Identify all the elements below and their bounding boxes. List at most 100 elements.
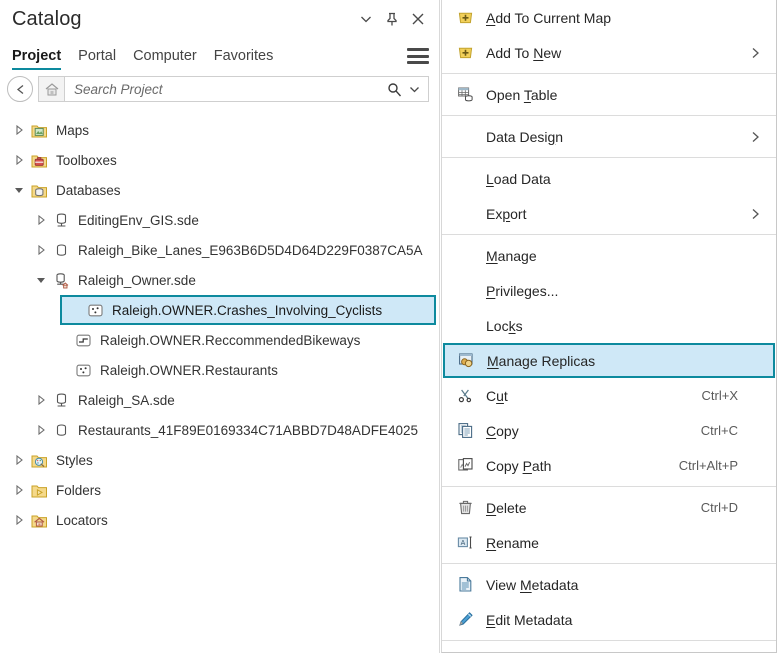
tree-item-label: Raleigh.OWNER.ReccommendedBikeways [100, 333, 360, 348]
tree-item[interactable]: Raleigh.OWNER.ReccommendedBikeways [0, 325, 438, 355]
folder-styles-icon [28, 452, 50, 469]
menu-separator [442, 157, 776, 158]
menu-item-label: Copy [486, 423, 701, 439]
catalog-header: Catalog [0, 0, 439, 38]
twisty-collapsed-icon[interactable] [32, 395, 50, 405]
menu-item-label: Data Design [486, 129, 776, 145]
menu-item-label: View Metadata [486, 577, 776, 593]
pin-icon[interactable] [379, 6, 405, 32]
tree-item-label: Styles [56, 453, 93, 468]
point-feature-class-icon [72, 362, 94, 379]
menu-item-data-design[interactable]: Data Design [442, 119, 776, 154]
magnifier-icon[interactable] [384, 82, 404, 97]
twisty-collapsed-icon[interactable] [10, 155, 28, 165]
menu-item-rename[interactable]: ARename [442, 525, 776, 560]
tree-item[interactable]: Raleigh_Owner.sde [0, 265, 438, 295]
svg-text:A: A [460, 540, 465, 547]
home-icon[interactable] [38, 76, 64, 102]
menu-item-label: Add To Current Map [486, 10, 776, 26]
menu-item-label: Delete [486, 500, 701, 516]
menu-item-add-to-current-map[interactable]: Add To Current Map [442, 0, 776, 35]
menu-item-cut[interactable]: CutCtrl+X [442, 378, 776, 413]
copy-path-icon [452, 457, 478, 474]
tree-item-selected[interactable]: Raleigh.OWNER.Crashes_Involving_Cyclists [60, 295, 436, 325]
search-input[interactable] [72, 81, 384, 98]
back-arrow-icon[interactable] [7, 76, 33, 102]
menu-item-label: Manage Replicas [487, 353, 773, 369]
tree-item[interactable]: EditingEnv_GIS.sde [0, 205, 438, 235]
tree-item[interactable]: Styles [0, 445, 438, 475]
tree-item-label: Folders [56, 483, 101, 498]
close-icon[interactable] [405, 6, 431, 32]
menu-separator [442, 640, 776, 641]
menu-item-properties[interactable]: Properties [442, 644, 776, 653]
document-icon [452, 576, 478, 593]
tree-item-label: Raleigh_SA.sde [78, 393, 175, 408]
tree-item[interactable]: Folders [0, 475, 438, 505]
add-to-map-icon [452, 44, 478, 61]
submenu-chevron-icon [751, 131, 760, 143]
menu-item-manage[interactable]: Manage [442, 238, 776, 273]
chevron-down-icon[interactable] [353, 6, 379, 32]
tab-project[interactable]: Project [12, 49, 61, 71]
tree-item[interactable]: Maps [0, 115, 438, 145]
twisty-collapsed-icon[interactable] [10, 515, 28, 525]
tree-item[interactable]: Raleigh_SA.sde [0, 385, 438, 415]
search-box[interactable] [64, 76, 429, 102]
geodatabase-icon [50, 422, 72, 439]
tree-item[interactable]: Restaurants_41F89E0169334C71ABBD7D48ADFE… [0, 415, 438, 445]
tree-item[interactable]: Raleigh_Bike_Lanes_E963B6D5D4D64D229F038… [0, 235, 438, 265]
geodatabase-icon [50, 242, 72, 259]
menu-item-open-table[interactable]: Open Table [442, 77, 776, 112]
menu-separator [442, 115, 776, 116]
twisty-expanded-icon[interactable] [10, 186, 28, 195]
tree-item[interactable]: Locators [0, 505, 438, 535]
menu-item-add-to-new[interactable]: Add To New [442, 35, 776, 70]
menu-item-load-data[interactable]: Load Data [442, 161, 776, 196]
open-table-icon [452, 86, 478, 103]
twisty-collapsed-icon[interactable] [10, 455, 28, 465]
point-feature-class-icon [84, 302, 106, 319]
twisty-collapsed-icon[interactable] [32, 425, 50, 435]
tree-item[interactable]: Databases [0, 175, 438, 205]
menu-item-delete[interactable]: DeleteCtrl+D [442, 490, 776, 525]
menu-item-privileges[interactable]: Privileges... [442, 273, 776, 308]
menu-item-shortcut: Ctrl+X [702, 388, 776, 403]
menu-item-label: Copy Path [486, 458, 679, 474]
menu-item-view-metadata[interactable]: View Metadata [442, 567, 776, 602]
twisty-expanded-icon[interactable] [32, 276, 50, 285]
tab-portal[interactable]: Portal [78, 49, 116, 71]
enterprise-geodatabase-home-icon [50, 272, 72, 289]
catalog-tree: MapsToolboxesDatabases EditingEnv_GIS.sde… [0, 110, 438, 653]
tree-item[interactable]: Raleigh.OWNER.Restaurants [0, 355, 438, 385]
tab-computer[interactable]: Computer [133, 49, 197, 71]
menu-item-copy[interactable]: CopyCtrl+C [442, 413, 776, 448]
scissors-icon [452, 387, 478, 404]
enterprise-geodatabase-icon [50, 212, 72, 229]
tree-item-label: EditingEnv_GIS.sde [78, 213, 199, 228]
twisty-collapsed-icon[interactable] [10, 125, 28, 135]
menu-item-copy-path[interactable]: Copy PathCtrl+Alt+P [442, 448, 776, 483]
hamburger-menu-icon[interactable] [407, 48, 429, 64]
menu-item-locks[interactable]: Locks [442, 308, 776, 343]
rename-icon: A [452, 534, 478, 551]
tree-item-label: Raleigh_Owner.sde [78, 273, 196, 288]
menu-item-edit-metadata[interactable]: Edit Metadata [442, 602, 776, 637]
twisty-collapsed-icon[interactable] [32, 215, 50, 225]
folder-toolboxes-icon [28, 152, 50, 169]
enterprise-geodatabase-icon [50, 392, 72, 409]
twisty-collapsed-icon[interactable] [10, 485, 28, 495]
tab-favorites[interactable]: Favorites [214, 49, 274, 71]
tree-item[interactable]: Toolboxes [0, 145, 438, 175]
menu-item-export[interactable]: Export [442, 196, 776, 231]
menu-item-manage-replicas[interactable]: Manage Replicas [443, 343, 775, 378]
folder-databases-icon [28, 182, 50, 199]
search-dropdown-icon[interactable] [404, 83, 424, 96]
twisty-collapsed-icon[interactable] [32, 245, 50, 255]
menu-item-shortcut: Ctrl+C [701, 423, 776, 438]
menu-item-label: Edit Metadata [486, 612, 776, 628]
menu-item-shortcut: Ctrl+Alt+P [679, 458, 776, 473]
submenu-chevron-icon [751, 47, 760, 59]
folder-folders-icon [28, 482, 50, 499]
menu-item-label: Load Data [486, 171, 776, 187]
